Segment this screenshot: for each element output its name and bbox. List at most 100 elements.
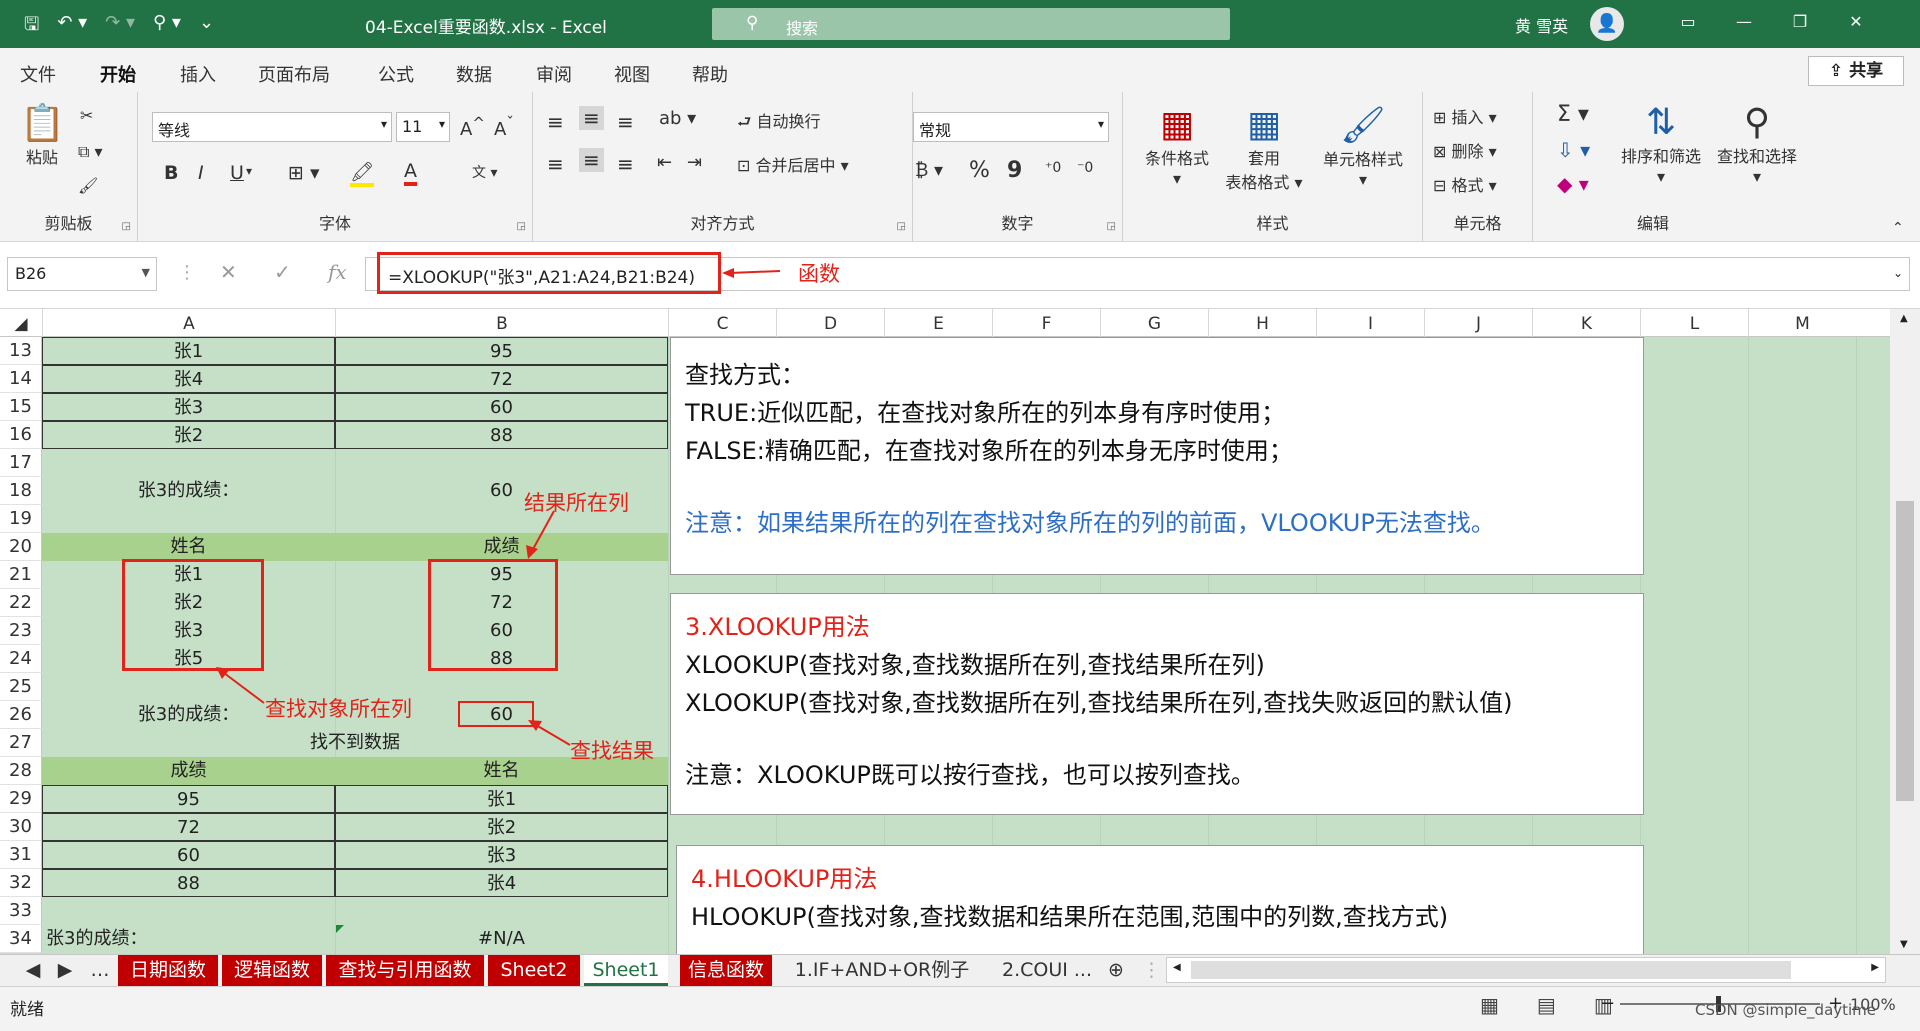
- font-name-select[interactable]: 等线 ▾: [152, 112, 392, 142]
- phonetic-icon[interactable]: 文 ▾: [472, 162, 497, 182]
- vertical-scrollbar[interactable]: ▲ ▼: [1890, 309, 1920, 954]
- error-indicator-icon[interactable]: [336, 925, 344, 933]
- cell-a32[interactable]: 88: [42, 869, 335, 897]
- number-format-select[interactable]: 常规 ▾: [913, 112, 1109, 142]
- normal-view-icon[interactable]: ▦: [1480, 993, 1499, 1017]
- row-header[interactable]: 14: [0, 365, 42, 393]
- column-header-g[interactable]: G: [1100, 309, 1208, 337]
- sheet-tab[interactable]: 1.IF+AND+OR例子: [784, 955, 980, 986]
- cell-a29[interactable]: 95: [42, 785, 335, 813]
- scroll-right-icon[interactable]: ▶: [1871, 962, 1879, 973]
- chevron-down-icon[interactable]: ▾: [246, 164, 252, 178]
- column-header-h[interactable]: H: [1208, 309, 1316, 337]
- column-header-l[interactable]: L: [1640, 309, 1748, 337]
- touch-mode-icon[interactable]: ⚲ ▾: [153, 12, 181, 42]
- sheet-tab[interactable]: 查找与引用函数: [326, 955, 484, 986]
- wrap-text-button[interactable]: ⮐ 自动换行: [737, 108, 821, 138]
- next-sheet-icon[interactable]: ▶: [54, 955, 76, 986]
- row-header[interactable]: 20: [0, 533, 42, 561]
- cell-b14[interactable]: 72: [335, 365, 668, 393]
- expand-formula-icon[interactable]: ⌄: [1893, 266, 1903, 280]
- page-layout-view-icon[interactable]: ▤: [1537, 993, 1556, 1017]
- bold-button[interactable]: B: [164, 162, 178, 184]
- font-color-icon[interactable]: A: [404, 160, 417, 186]
- column-header-f[interactable]: F: [992, 309, 1100, 337]
- row-header[interactable]: 17: [0, 449, 42, 477]
- name-box[interactable]: B26 ▼: [7, 257, 157, 291]
- close-icon[interactable]: ✕: [1828, 12, 1884, 31]
- tab-page-layout[interactable]: 页面布局: [258, 61, 330, 87]
- row-header[interactable]: 16: [0, 421, 42, 449]
- delete-cells-button[interactable]: ⊠ 删除 ▾: [1433, 138, 1497, 162]
- add-sheet-icon[interactable]: ⊕: [1102, 955, 1130, 986]
- scroll-down-icon[interactable]: ▼: [1900, 939, 1908, 950]
- align-left-icon[interactable]: ≡: [547, 152, 564, 176]
- row-header[interactable]: 34: [0, 925, 42, 953]
- cell-b31[interactable]: 张3: [335, 841, 668, 869]
- row-header[interactable]: 29: [0, 785, 42, 813]
- copy-icon[interactable]: ⧉ ▾: [78, 142, 103, 162]
- border-icon[interactable]: ⊞ ▾: [288, 162, 320, 184]
- accounting-icon[interactable]: ₿ ▾: [915, 160, 943, 181]
- cell-a13[interactable]: 张1: [42, 337, 335, 365]
- cell-b15[interactable]: 60: [335, 393, 668, 421]
- cell-styles-button[interactable]: 🖌 单元格样式 ▾: [1311, 104, 1415, 189]
- row-header[interactable]: 30: [0, 813, 42, 841]
- row-header[interactable]: 32: [0, 869, 42, 897]
- share-button[interactable]: ⇪ 共享: [1808, 56, 1904, 86]
- row-header[interactable]: 19: [0, 505, 42, 533]
- redo-icon[interactable]: ↷ ▾: [105, 12, 135, 42]
- align-center-icon[interactable]: ≡: [579, 148, 604, 172]
- align-middle-icon[interactable]: ≡: [579, 106, 604, 130]
- row-header[interactable]: 33: [0, 897, 42, 925]
- align-top-icon[interactable]: ≡: [547, 110, 564, 134]
- row-header[interactable]: 27: [0, 729, 42, 757]
- cell-a18[interactable]: 张3的成绩：: [42, 477, 335, 505]
- cell-a28[interactable]: 成绩: [42, 757, 335, 785]
- row-header[interactable]: 24: [0, 645, 42, 673]
- tab-splitter[interactable]: ⋮: [1142, 955, 1161, 986]
- cell-b32[interactable]: 张4: [335, 869, 668, 897]
- cell-b20[interactable]: 成绩: [335, 533, 668, 561]
- cell-a20[interactable]: 姓名: [42, 533, 335, 561]
- percent-button[interactable]: %: [969, 158, 990, 183]
- column-header-e[interactable]: E: [884, 309, 992, 337]
- column-header-j[interactable]: J: [1424, 309, 1532, 337]
- align-right-icon[interactable]: ≡: [617, 152, 634, 176]
- minimize-icon[interactable]: —: [1716, 12, 1772, 31]
- scroll-thumb[interactable]: [1191, 961, 1791, 979]
- cell-b30[interactable]: 张2: [335, 813, 668, 841]
- cell-b13[interactable]: 95: [335, 337, 668, 365]
- row-header[interactable]: 18: [0, 477, 42, 505]
- row-header[interactable]: 31: [0, 841, 42, 869]
- comma-button[interactable]: 9: [1007, 158, 1022, 183]
- tab-home[interactable]: 开始: [100, 61, 136, 96]
- column-header-d[interactable]: D: [776, 309, 884, 337]
- row-header[interactable]: 21: [0, 561, 42, 589]
- increase-decimal-icon[interactable]: ⁺0: [1045, 160, 1061, 176]
- paste-button[interactable]: 📋 粘贴: [20, 102, 65, 168]
- tab-file[interactable]: 文件: [20, 61, 56, 87]
- cell-b34[interactable]: #N/A: [335, 925, 668, 953]
- number-launcher-icon[interactable]: ◲: [1107, 221, 1116, 232]
- tab-insert[interactable]: 插入: [180, 61, 216, 87]
- sheet-tab[interactable]: Sheet2: [488, 955, 580, 986]
- row-header[interactable]: 25: [0, 673, 42, 701]
- italic-button[interactable]: I: [198, 162, 204, 184]
- fill-color-icon[interactable]: 🖍: [350, 160, 375, 187]
- cut-icon[interactable]: ✂: [80, 106, 93, 125]
- column-header-m[interactable]: M: [1748, 309, 1856, 337]
- cell-a14[interactable]: 张4: [42, 365, 335, 393]
- column-header-a[interactable]: A: [42, 309, 335, 337]
- tab-formulas[interactable]: 公式: [378, 61, 414, 87]
- note-textbox-vlookup[interactable]: 查找方式： TRUE:近似匹配，在查找对象所在的列本身有序时使用； FALSE:…: [670, 337, 1644, 575]
- shrink-font-icon[interactable]: Aˇ: [494, 114, 514, 140]
- tab-review[interactable]: 审阅: [536, 61, 572, 87]
- cell-a16[interactable]: 张2: [42, 421, 335, 449]
- column-header-i[interactable]: I: [1316, 309, 1424, 337]
- restore-icon[interactable]: ❐: [1772, 12, 1828, 31]
- sort-filter-button[interactable]: ⇅ 排序和筛选 ▾: [1613, 102, 1709, 186]
- grow-font-icon[interactable]: A^: [460, 114, 485, 140]
- cell-a34[interactable]: 张3的成绩：: [46, 925, 226, 953]
- clear-icon[interactable]: ◆ ▾: [1557, 172, 1589, 196]
